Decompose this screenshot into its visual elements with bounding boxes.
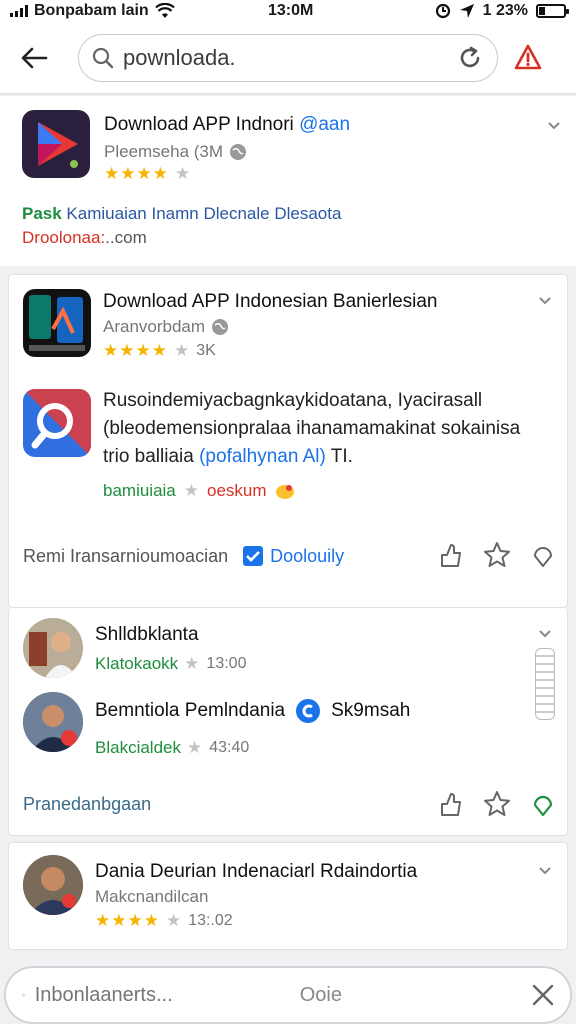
star-rating: ★★★★ ★ bbox=[104, 164, 191, 184]
stars-filled-icon: ★★★★ bbox=[103, 341, 168, 360]
result-card-4[interactable]: Dania Deurian Indenaciarl Rdaindortia Ma… bbox=[8, 842, 568, 950]
chevron-down-icon[interactable] bbox=[546, 118, 562, 134]
star-empty-icon: ★ bbox=[183, 481, 200, 500]
save-button[interactable] bbox=[529, 790, 557, 818]
star-rating: ★★★★ ★ 3K bbox=[103, 341, 216, 361]
star-empty-icon: ★ bbox=[173, 341, 191, 360]
card-footer: Pranedanbgaan bbox=[23, 794, 152, 814]
bottom-search-bar[interactable]: Ooie bbox=[4, 966, 572, 1024]
warning-icon bbox=[514, 44, 542, 69]
chevron-down-icon[interactable] bbox=[537, 626, 553, 642]
signal-icon bbox=[10, 5, 28, 17]
status-bar: Bonpabam lain 13:0M 1 23% bbox=[0, 0, 576, 22]
checkbox-icon bbox=[243, 546, 264, 566]
share-icon bbox=[441, 544, 461, 567]
result-description: Pask Kamiuaian Inamn Dlecnale Dlesaota bbox=[22, 204, 342, 223]
star-outline-icon bbox=[484, 542, 510, 567]
result-card-1[interactable]: Download APP Indnori @aan Pleemseha (3M … bbox=[0, 96, 576, 266]
card-footer: Remi Iransarnioumoacian Doolouily bbox=[23, 545, 345, 567]
pin-icon bbox=[534, 547, 552, 567]
star-button[interactable] bbox=[483, 790, 511, 818]
star-empty-icon: ★ bbox=[174, 164, 192, 183]
wifi-icon bbox=[154, 3, 175, 18]
user-meta: Klatokaokk ★ 13:00 bbox=[95, 654, 247, 673]
result-domain[interactable]: Droolonaa:..com bbox=[22, 228, 147, 248]
star-empty-icon: ★ bbox=[184, 654, 201, 673]
close-icon bbox=[532, 984, 554, 1006]
pin-icon bbox=[533, 795, 553, 817]
alarm-icon bbox=[435, 3, 450, 19]
globe-icon bbox=[230, 144, 247, 160]
result-subtitle: Aranvorbdam bbox=[103, 317, 229, 337]
user-meta: Blakcialdek ★ 43:40 bbox=[95, 738, 250, 757]
status-left: Bonpabam lain bbox=[10, 2, 240, 20]
result-title[interactable]: Download APP Indonesian Banierlesian bbox=[103, 291, 543, 313]
carrier-label: Bonpabam lain bbox=[34, 2, 149, 19]
scroll-handle[interactable] bbox=[535, 648, 555, 720]
user-name-row[interactable]: Bemntiola Pemlndania Sk9msah bbox=[95, 698, 410, 724]
rating-count: 3K bbox=[196, 342, 216, 359]
refresh-icon bbox=[460, 46, 480, 67]
search-input[interactable] bbox=[123, 44, 455, 71]
stars-filled-icon: ★★★★ bbox=[104, 164, 169, 183]
emoji-icon bbox=[275, 485, 294, 499]
chevron-down-icon[interactable] bbox=[537, 293, 553, 309]
alert-button[interactable] bbox=[512, 42, 544, 74]
body-line-3: trio balliaia (pofalhynan Al) TI. bbox=[103, 446, 353, 467]
verified-icon bbox=[296, 699, 321, 723]
star-empty-icon: ★ bbox=[165, 911, 183, 930]
avatar bbox=[23, 618, 83, 678]
battery-icon bbox=[536, 4, 569, 18]
share-button[interactable] bbox=[437, 790, 465, 818]
bottom-hint: Ooie bbox=[299, 983, 342, 1006]
status-right: 1 23% bbox=[435, 2, 569, 20]
user-name[interactable]: Shlldbklanta bbox=[95, 624, 199, 646]
share-button[interactable] bbox=[437, 541, 465, 569]
avatar bbox=[23, 692, 83, 752]
title-tag: @aan bbox=[299, 114, 351, 135]
lens-icon bbox=[22, 993, 25, 997]
avatar bbox=[23, 855, 83, 915]
star-empty-icon: ★ bbox=[187, 738, 204, 757]
result-subtitle: Makcnandilcan bbox=[95, 887, 209, 906]
back-button[interactable] bbox=[14, 38, 54, 78]
star-button[interactable] bbox=[483, 541, 511, 569]
stars-filled-icon: ★★★★ bbox=[95, 911, 160, 930]
footer-link[interactable]: Doolouily bbox=[242, 545, 344, 567]
result-body: Rusoindemiyacbagnkaykidoatana, Iyacirasa… bbox=[103, 387, 553, 471]
share-icon bbox=[441, 793, 461, 816]
result-card-2[interactable]: Download APP Indonesian Banierlesian Ara… bbox=[8, 274, 568, 608]
battery-level bbox=[539, 7, 545, 15]
location-icon bbox=[459, 4, 474, 18]
search-header bbox=[0, 22, 576, 94]
body-link[interactable]: (pofalhynan Al) bbox=[199, 446, 326, 467]
star-outline-icon bbox=[484, 791, 510, 816]
card-actions bbox=[437, 790, 557, 818]
card-actions bbox=[437, 541, 557, 569]
save-button[interactable] bbox=[529, 541, 557, 569]
result-card-3[interactable]: Shlldbklanta Klatokaokk ★ 13:00 Bemntiol… bbox=[8, 608, 568, 836]
star-rating: ★★★★ ★ 13:.02 bbox=[95, 911, 233, 930]
chevron-down-icon[interactable] bbox=[537, 863, 553, 879]
result-subtitle: Pleemseha (3M bbox=[104, 142, 247, 162]
globe-icon bbox=[212, 319, 229, 335]
status-time: 13:0M bbox=[268, 2, 314, 19]
result-title[interactable]: Download APP Indnori @aan bbox=[104, 114, 350, 136]
tag-red: oeskum bbox=[207, 481, 267, 500]
app-icon bbox=[22, 110, 90, 178]
result-title[interactable]: Dania Deurian Indenaciarl Rdaindortia bbox=[95, 861, 515, 883]
battery-percent: 1 23% bbox=[482, 2, 528, 19]
result-tags: bamiuiaia ★ oeskum bbox=[103, 481, 295, 501]
refresh-button[interactable] bbox=[455, 43, 485, 73]
app-icon-secondary bbox=[23, 389, 91, 457]
app-icon bbox=[23, 289, 91, 357]
search-box[interactable] bbox=[78, 33, 498, 82]
search-icon bbox=[92, 47, 114, 68]
arrow-left-icon bbox=[21, 47, 48, 68]
close-button[interactable] bbox=[532, 980, 554, 1010]
bottom-input[interactable] bbox=[34, 983, 300, 1007]
